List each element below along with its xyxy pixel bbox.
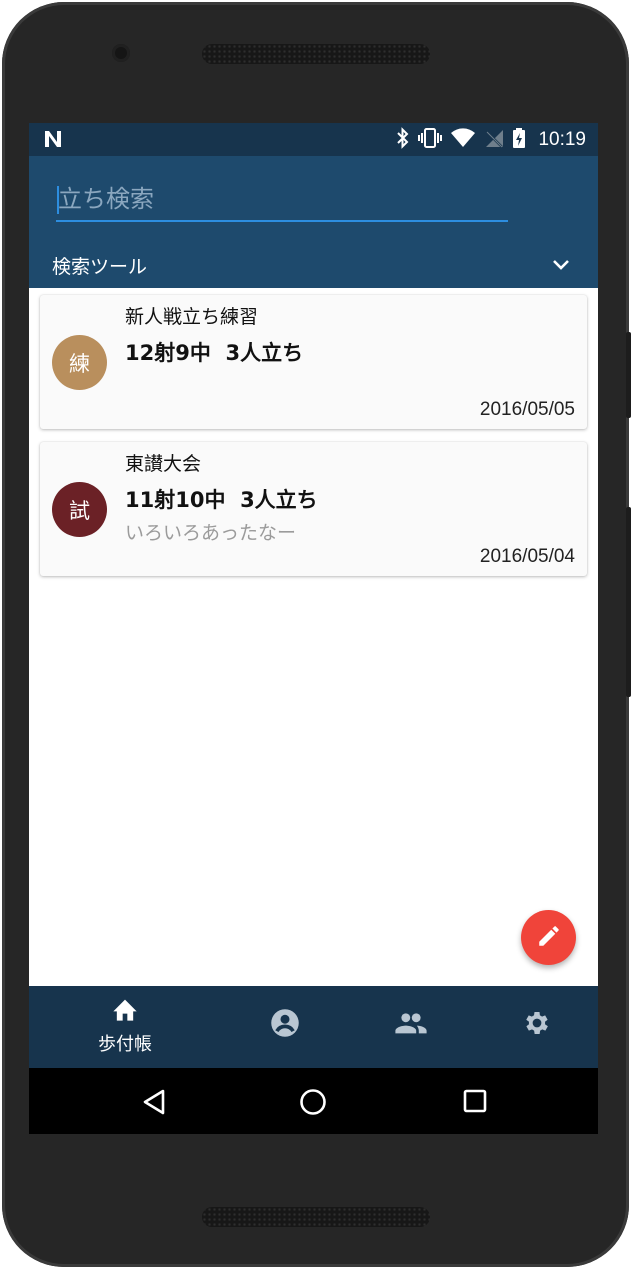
bottom-navigation: 歩付帳 [29, 986, 598, 1068]
record-title: 東讃大会 [125, 453, 202, 475]
recents-square-icon[interactable] [462, 1088, 488, 1118]
settings-gear-icon [522, 1008, 552, 1042]
record-date: 2016/05/05 [479, 399, 575, 420]
text-cursor [57, 186, 59, 214]
front-camera [112, 44, 130, 62]
home-icon [111, 996, 139, 1026]
record-title: 新人戦立ち練習 [125, 306, 259, 328]
battery-charging-icon [512, 127, 526, 153]
group-icon [394, 1010, 428, 1040]
record-score: 11射10中 3人立ち [125, 488, 318, 512]
record-note: いろいろあったなー [125, 522, 297, 544]
nav-tab-home[interactable]: 歩付帳 [77, 986, 173, 1068]
record-avatar: 試 [52, 482, 107, 537]
bottom-speaker [202, 1207, 430, 1227]
vibrate-icon [418, 127, 443, 153]
search-input[interactable] [56, 178, 508, 222]
app-bar: 検索ツール [29, 156, 598, 288]
volume-button [626, 332, 631, 418]
system-navigation-bar [29, 1068, 598, 1134]
record-card[interactable]: 練 新人戦立ち練習 12射9中 3人立ち 2016/05/05 [40, 295, 587, 429]
home-circle-icon[interactable] [299, 1088, 327, 1120]
record-avatar: 練 [52, 335, 107, 390]
back-icon[interactable] [141, 1088, 167, 1120]
nav-label-home: 歩付帳 [98, 1034, 152, 1055]
pencil-icon [536, 923, 562, 953]
chevron-down-icon [552, 256, 570, 275]
status-bar: 10:19 [29, 123, 598, 156]
notification-n-icon [43, 129, 63, 153]
status-time: 10:19 [538, 129, 586, 150]
record-card[interactable]: 試 東讃大会 11射10中 3人立ち いろいろあったなー 2016/05/04 [40, 442, 587, 576]
earpiece-speaker [202, 44, 430, 64]
wifi-icon [450, 128, 476, 152]
search-field [56, 178, 508, 224]
app-screen: 10:19 検索ツール 練 新人戦立ち練習 12射9中 3人立ち 2016/05… [29, 123, 598, 1134]
bluetooth-icon [396, 127, 410, 153]
nav-tab-profile[interactable] [253, 986, 317, 1068]
nav-tab-group[interactable] [379, 986, 443, 1068]
new-record-fab[interactable] [521, 910, 576, 965]
record-date: 2016/05/04 [479, 546, 575, 567]
no-sim-signal-icon [484, 128, 504, 152]
search-tools-label: 検索ツール [52, 256, 148, 278]
search-tools-toggle[interactable]: 検索ツール [29, 242, 598, 288]
record-score: 12射9中 3人立ち [125, 341, 304, 365]
nav-tab-settings[interactable] [505, 986, 569, 1068]
power-button [626, 507, 631, 697]
account-circle-icon [270, 1008, 300, 1042]
